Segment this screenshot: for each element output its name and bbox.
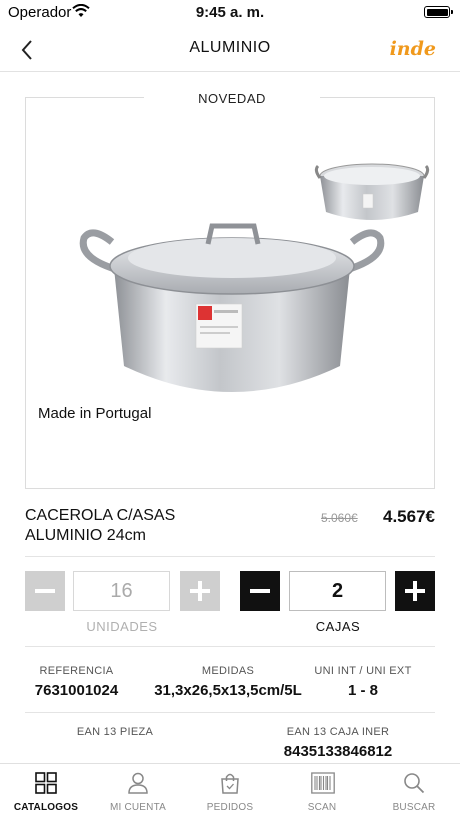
tab-label: BUSCAR: [392, 802, 436, 813]
divider: [25, 712, 435, 713]
units-label: UNIDADES: [86, 619, 158, 634]
tab-mi-cuenta[interactable]: MI CUENTA: [92, 764, 184, 818]
bag-icon: [221, 773, 239, 794]
product-name-line1: CACEROLA C/ASAS: [25, 507, 176, 524]
divider: [25, 556, 435, 557]
boxes-label: CAJAS: [315, 619, 361, 634]
battery-icon: [424, 6, 453, 18]
reference-value: 7631001024: [34, 682, 119, 699]
new-badge: NOVEDAD: [144, 90, 320, 106]
boxes-quantity-field[interactable]: 2: [289, 571, 386, 611]
status-time: 9:45 a. m.: [195, 4, 265, 21]
search-icon: [404, 773, 425, 794]
dimensions-label: MEDIDAS: [201, 665, 255, 677]
tab-catalogos[interactable]: CATALOGOS: [0, 764, 92, 818]
boxes-decrement-button[interactable]: [240, 571, 280, 611]
tab-pedidos[interactable]: PEDIDOS: [184, 764, 276, 818]
tab-scan[interactable]: SCAN: [276, 764, 368, 818]
product-image-card[interactable]: NOVEDAD Made in Portugal: [25, 90, 435, 489]
product-photo: [79, 163, 430, 392]
status-bar: Operador 9:45 a. m.: [0, 0, 460, 26]
product-name-line2: ALUMINIO 24cm: [25, 527, 146, 544]
old-price: 5.060€: [321, 511, 358, 525]
dimensions-value: 31,3x26,5x13,5cm/5L: [154, 682, 302, 699]
reference-label: REFERENCIA: [39, 665, 114, 677]
barcode-icon: [311, 772, 335, 794]
tab-buscar[interactable]: BUSCAR: [368, 764, 460, 818]
product-name: CACEROLA C/ASAS ALUMINIO 24cm: [25, 506, 235, 546]
units-increment-button[interactable]: [180, 571, 220, 611]
grid-icon: [35, 772, 57, 794]
user-icon: [128, 772, 148, 794]
ean-piece-label: EAN 13 PIEZA: [76, 726, 154, 738]
pack-units-value: 1 - 8: [347, 682, 378, 699]
ean-box-value: 8435133846812: [283, 743, 393, 760]
units-decrement-button[interactable]: [25, 571, 65, 611]
boxes-increment-button[interactable]: [395, 571, 435, 611]
tab-label: SCAN: [307, 802, 337, 813]
tab-bar: CATALOGOS MI CUENTA PEDIDOS SCAN BUSCAR: [0, 763, 460, 818]
brand-logo: inde: [389, 38, 436, 60]
tab-label: CATALOGOS: [13, 802, 79, 813]
ean-box-label: EAN 13 CAJA INER: [286, 726, 390, 738]
pack-units-label: UNI INT / UNI EXT: [314, 665, 412, 677]
tab-label: PEDIDOS: [206, 802, 254, 813]
nav-bar: ALUMINIO inde: [0, 26, 460, 72]
current-price: 4.567€: [383, 507, 435, 526]
tab-label: MI CUENTA: [109, 802, 167, 813]
origin-label: Made in Portugal: [38, 405, 152, 422]
units-quantity-field[interactable]: 16: [73, 571, 170, 611]
divider: [25, 646, 435, 647]
